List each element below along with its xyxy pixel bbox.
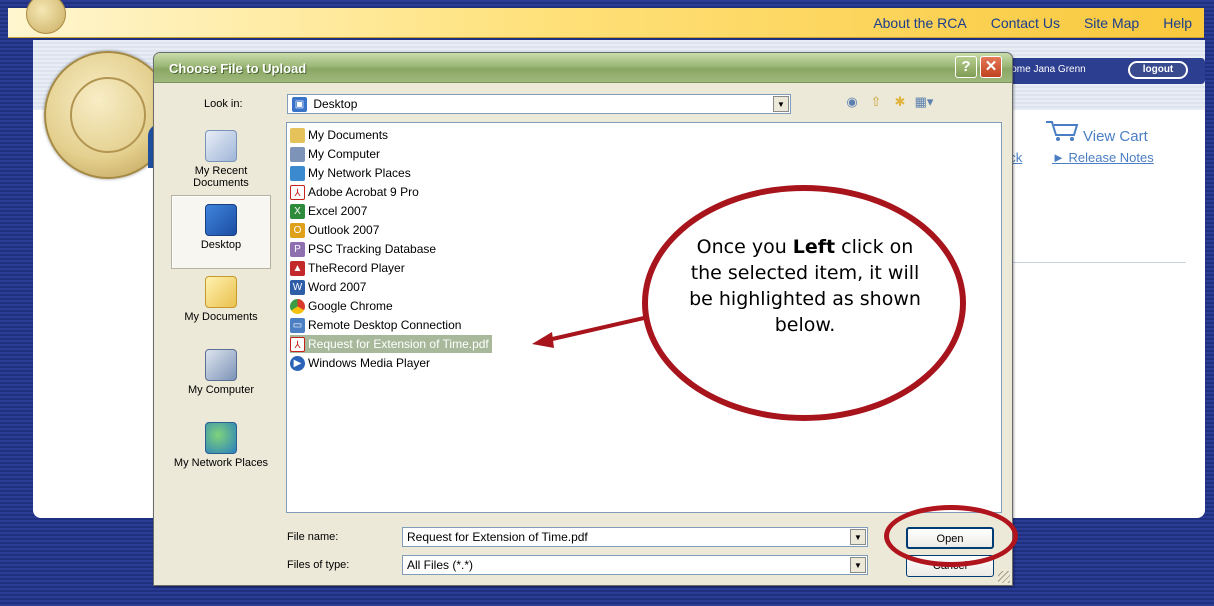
place-my-recent-documents[interactable]: My Recent Documents: [171, 122, 271, 196]
site-top-bar: About the RCA Contact Us Site Map Help: [8, 0, 1204, 38]
place-label: My Recent Documents: [193, 165, 249, 189]
callout-text: Once you Left click on the selected item…: [689, 236, 921, 336]
new-folder-icon[interactable]: ✱: [889, 94, 911, 112]
file-item[interactable]: P PSC Tracking Database: [290, 240, 439, 258]
help-button[interactable]: ?: [955, 56, 977, 78]
place-label: My Documents: [184, 311, 258, 323]
my-documents-icon: [205, 276, 237, 308]
nav-sitemap-link[interactable]: Site Map: [1084, 15, 1139, 31]
file-name-dropdown-arrow[interactable]: ▼: [850, 529, 866, 545]
callout-bold-word: Left: [792, 236, 836, 258]
file-name-value: Request for Extension of Time.pdf: [407, 530, 588, 544]
dialog-toolbar: ◉ ⇧ ✱ ▦▾: [841, 94, 937, 112]
file-item-selected[interactable]: ⅄ Request for Extension of Time.pdf: [290, 335, 492, 353]
my-computer-icon: [205, 349, 237, 381]
file-item[interactable]: ▭ Remote Desktop Connection: [290, 316, 464, 334]
up-folder-icon[interactable]: ⇧: [865, 94, 887, 112]
release-notes-link[interactable]: ► Release Notes: [1052, 150, 1154, 165]
outlook-icon: O: [290, 222, 305, 238]
place-label: Desktop: [200, 239, 242, 251]
nav-help-link[interactable]: Help: [1163, 15, 1192, 31]
files-of-type-value: All Files (*.*): [407, 558, 474, 572]
look-in-label: Look in:: [204, 98, 243, 110]
computer-icon: [290, 146, 305, 162]
file-item[interactable]: ▶ Windows Media Player: [290, 354, 433, 372]
file-name-label: File name:: [287, 531, 339, 543]
network-places-icon: [205, 422, 237, 454]
desktop-small-icon: ▣: [292, 97, 307, 113]
files-of-type-select[interactable]: All Files (*.*) ▼: [402, 555, 868, 575]
nav-contact-link[interactable]: Contact Us: [991, 15, 1060, 31]
file-item[interactable]: My Computer: [290, 145, 383, 163]
dialog-title-bar[interactable]: Choose File to Upload ? ✕: [154, 53, 1012, 83]
look-in-value: Desktop: [313, 97, 358, 111]
resize-grip[interactable]: [998, 571, 1010, 583]
database-icon: P: [290, 241, 305, 257]
acrobat-icon: ⅄: [290, 184, 305, 200]
file-item[interactable]: My Documents: [290, 126, 391, 144]
look-in-select[interactable]: ▣ Desktop ▼: [287, 94, 791, 114]
place-desktop[interactable]: Desktop: [171, 195, 271, 269]
chrome-icon: [290, 298, 305, 314]
excel-icon: X: [290, 203, 305, 219]
desktop-icon: [205, 204, 237, 236]
file-name-input[interactable]: Request for Extension of Time.pdf ▼: [402, 527, 868, 547]
open-button-highlight-ring: [884, 505, 1018, 567]
place-my-network-places[interactable]: My Network Places: [171, 414, 271, 494]
place-my-computer[interactable]: My Computer: [171, 341, 271, 415]
recent-documents-icon: [205, 130, 237, 162]
files-of-type-dropdown-arrow[interactable]: ▼: [850, 557, 866, 573]
place-label: My Computer: [187, 384, 255, 396]
seal-inner-ring: [70, 77, 146, 153]
media-player-icon: ▶: [290, 355, 305, 371]
dialog-title: Choose File to Upload: [169, 61, 307, 76]
file-item[interactable]: O Outlook 2007: [290, 221, 382, 239]
file-item[interactable]: ▲ TheRecord Player: [290, 259, 408, 277]
nav-about-link[interactable]: About the RCA: [873, 15, 966, 31]
logout-button[interactable]: logout: [1128, 61, 1188, 79]
welcome-text: lcome Jana Grenn: [1004, 64, 1086, 75]
record-player-icon: ▲: [290, 260, 305, 276]
cart-icon[interactable]: [1044, 119, 1080, 143]
place-my-documents[interactable]: My Documents: [171, 268, 271, 342]
place-label: My Network Places: [173, 457, 269, 469]
close-button[interactable]: ✕: [980, 56, 1002, 78]
file-item[interactable]: My Network Places: [290, 164, 414, 182]
file-item[interactable]: X Excel 2007: [290, 202, 370, 220]
file-item[interactable]: W Word 2007: [290, 278, 369, 296]
view-menu-icon[interactable]: ▦▾: [913, 94, 935, 112]
look-in-dropdown-arrow[interactable]: ▼: [773, 96, 789, 112]
file-item[interactable]: ⅄ Adobe Acrobat 9 Pro: [290, 183, 422, 201]
content-divider: [1010, 262, 1186, 263]
file-item[interactable]: Google Chrome: [290, 297, 396, 315]
folder-icon: [290, 127, 305, 143]
network-icon: [290, 165, 305, 181]
word-icon: W: [290, 279, 305, 295]
seal-mini-logo: [26, 0, 66, 34]
files-of-type-label: Files of type:: [287, 559, 350, 571]
view-cart-link[interactable]: View Cart: [1083, 128, 1148, 145]
site-top-nav: About the RCA Contact Us Site Map Help: [861, 15, 1204, 31]
pdf-icon: ⅄: [290, 336, 305, 352]
back-arrow-icon[interactable]: ◉: [841, 94, 863, 112]
remote-desktop-icon: ▭: [290, 317, 305, 333]
